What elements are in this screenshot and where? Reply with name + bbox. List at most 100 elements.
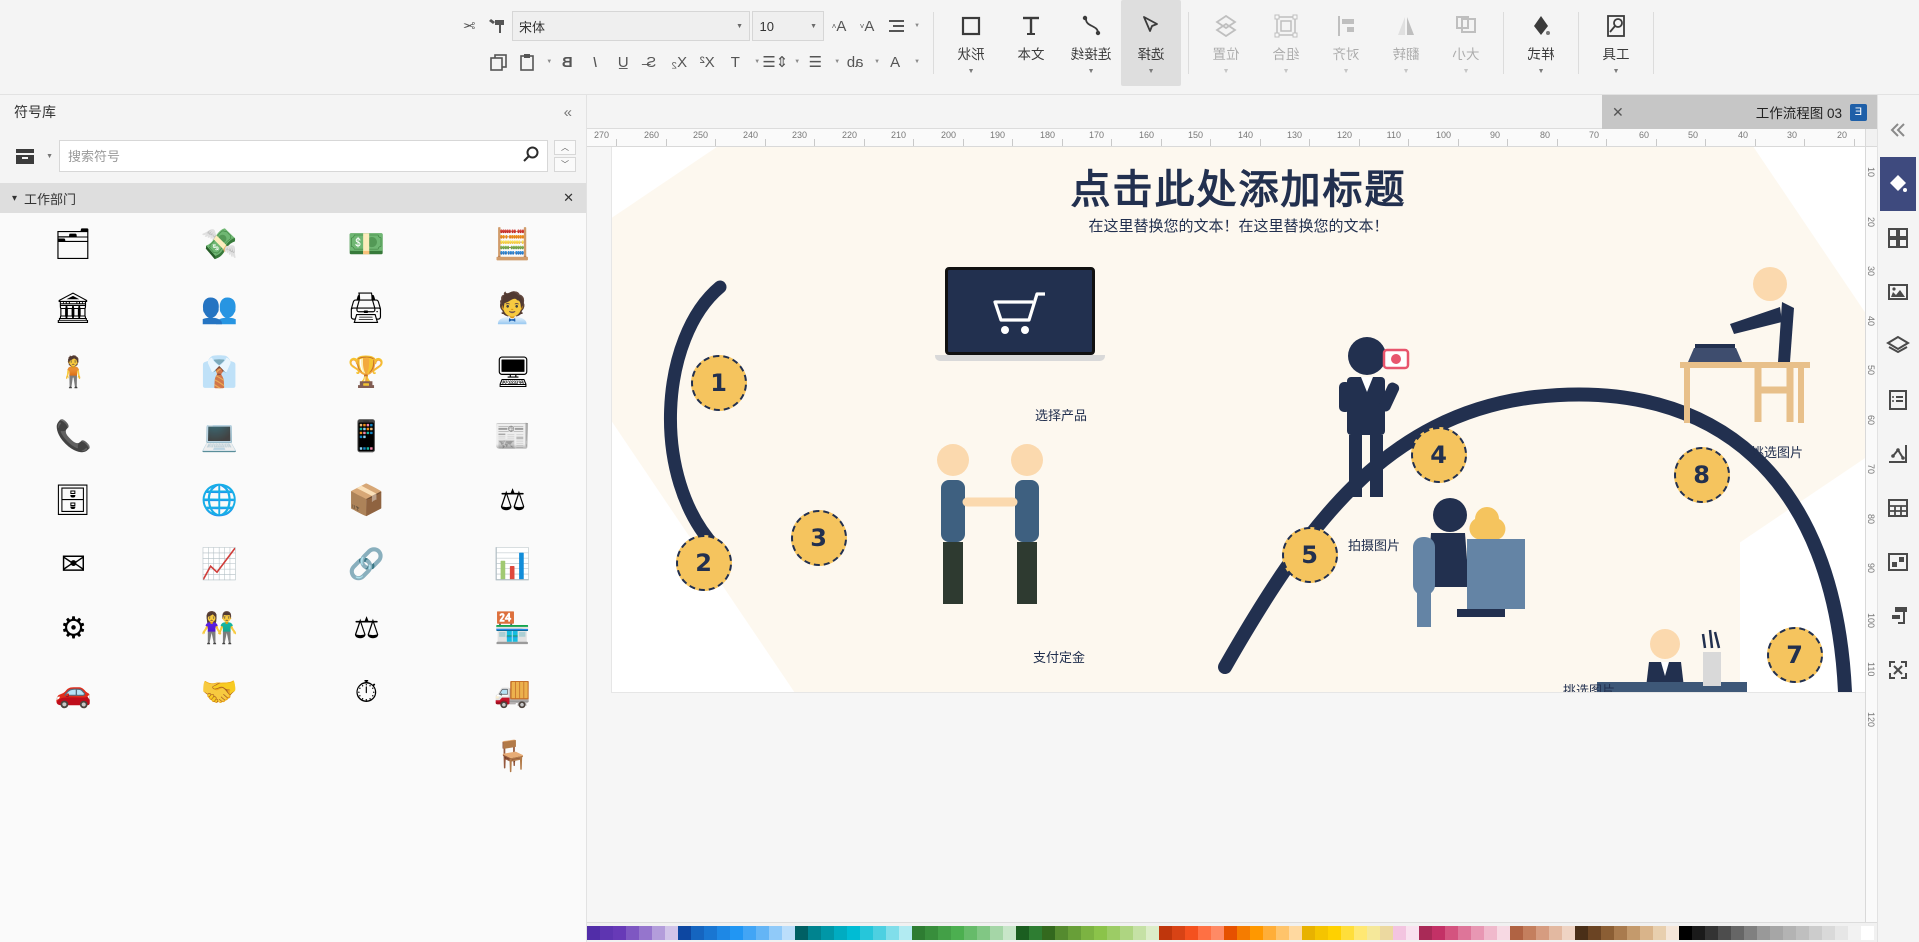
color-palette[interactable]: ✑ [278, 922, 1877, 942]
chevron-down-icon[interactable]: ▼ [46, 153, 53, 160]
font-size-select[interactable]: ▼ 10 [752, 11, 825, 41]
node-label[interactable]: 挑选图片 [1563, 680, 1615, 692]
subscript-icon[interactable]: X₂ [666, 48, 692, 76]
decrease-font-size-icon[interactable]: A ˅ [854, 12, 880, 40]
symbol-boxes-symbol[interactable]: 📦 [293, 469, 440, 533]
color-swatch[interactable] [1614, 925, 1627, 940]
nav-up-button[interactable]: ︿ [554, 140, 576, 155]
symbol-person-desk-symbol[interactable]: 🧑‍💼 [440, 277, 587, 341]
color-swatch[interactable] [691, 925, 704, 940]
canvas-viewport[interactable]: 点击此处添加标题 在这里替换您的文本！在这里替换您的文本！ 1 2 3 4 5 … [587, 147, 1865, 922]
color-swatch[interactable] [1510, 925, 1523, 940]
color-swatch[interactable] [1146, 925, 1159, 940]
symbol-bank-building-symbol[interactable]: 🏛 [0, 277, 147, 341]
color-swatch[interactable] [743, 925, 756, 940]
color-swatch[interactable] [1341, 925, 1354, 940]
color-swatch[interactable] [1588, 925, 1601, 940]
color-swatch[interactable] [665, 925, 678, 940]
symbol-car-symbol[interactable]: 🚗 [0, 661, 147, 725]
color-swatch[interactable] [1003, 925, 1016, 940]
diagram-page[interactable]: 点击此处添加标题 在这里替换您的文本！在这里替换您的文本！ 1 2 3 4 5 … [612, 147, 1865, 692]
symbol-person-counter-symbol[interactable]: 🏪 [440, 597, 587, 661]
color-swatch[interactable] [1848, 925, 1861, 940]
italic-icon[interactable]: I [582, 48, 608, 76]
flow-node[interactable]: 2 [676, 535, 732, 591]
color-swatch[interactable] [1497, 925, 1510, 940]
color-swatch[interactable] [1627, 925, 1640, 940]
flow-node[interactable]: 7 [1767, 627, 1823, 683]
color-swatch[interactable] [912, 925, 925, 940]
chevron-down-icon[interactable]: ▼ [1403, 68, 1410, 75]
color-swatch[interactable] [795, 925, 808, 940]
color-swatch[interactable] [1640, 925, 1653, 940]
toolbar-button-text[interactable]: 文本 [1001, 0, 1061, 86]
color-swatch[interactable] [1016, 925, 1029, 940]
color-swatch[interactable] [1068, 925, 1081, 940]
symbol-envelope-symbol[interactable]: ✉ [0, 533, 147, 597]
color-swatch[interactable] [1224, 925, 1237, 940]
toolbar-button-style[interactable]: 样式 ▼ [1511, 0, 1571, 86]
flow-node[interactable]: 1 [691, 355, 747, 411]
color-swatch[interactable] [1302, 925, 1315, 940]
increase-font-size-icon[interactable]: A ˄ [826, 12, 852, 40]
search-box[interactable] [58, 140, 548, 172]
node-label[interactable]: 挑选图片 [1751, 442, 1803, 461]
color-swatch[interactable] [1822, 925, 1835, 940]
color-swatch[interactable] [1718, 925, 1731, 940]
color-swatch[interactable] [1653, 925, 1666, 940]
flow-node[interactable]: 4 [1411, 427, 1467, 483]
toolbar-button-select[interactable]: 选择 ▼ [1121, 0, 1181, 86]
format-painter-icon[interactable] [484, 12, 510, 40]
toolbar-button-flip[interactable]: 翻转 ▼ [1376, 0, 1436, 86]
symbol-printer-symbol[interactable]: 🖨 [293, 277, 440, 341]
symbol-person-sitting-symbol[interactable]: 🪑 [440, 725, 587, 789]
sidebar-item-notes[interactable] [1881, 373, 1917, 427]
color-swatch[interactable] [1263, 925, 1276, 940]
color-swatch[interactable] [899, 925, 912, 940]
color-swatch[interactable] [1679, 925, 1692, 940]
color-swatch[interactable] [1458, 925, 1471, 940]
symbol-cash-exchange-symbol[interactable]: 💵 [293, 213, 440, 277]
color-swatch[interactable] [704, 925, 717, 940]
chevron-down-icon[interactable]: ▼ [1088, 68, 1095, 75]
nav-down-button[interactable]: ﹀ [554, 157, 576, 172]
close-icon[interactable]: ✕ [1612, 104, 1624, 121]
chevron-down-icon[interactable]: ▼ [1538, 68, 1545, 75]
symbol-person-tablet-symbol[interactable]: 📱 [293, 405, 440, 469]
symbol-file-cabinet-symbol[interactable]: 🗄 [0, 469, 147, 533]
color-swatch[interactable] [782, 925, 795, 940]
toolbar-button-group[interactable]: 组合 ▼ [1256, 0, 1316, 86]
color-swatch[interactable] [717, 925, 730, 940]
color-swatch[interactable] [925, 925, 938, 940]
chevron-down-icon[interactable]: ▼ [754, 59, 760, 65]
color-swatch[interactable] [1835, 925, 1848, 940]
color-swatch[interactable] [1120, 925, 1133, 940]
bullet-list-icon[interactable]: ☰ [802, 48, 828, 76]
color-swatch[interactable] [1133, 925, 1146, 940]
color-swatch[interactable] [1666, 925, 1679, 940]
sidebar-item-image[interactable] [1881, 265, 1917, 319]
color-swatch[interactable] [1367, 925, 1380, 940]
color-swatch[interactable] [730, 925, 743, 940]
color-swatch[interactable] [1536, 925, 1549, 940]
color-swatch[interactable] [639, 925, 652, 940]
symbol-person-gear-symbol[interactable]: ⚙ [0, 597, 147, 661]
symbol-globe-box-symbol[interactable]: 🌐 [147, 469, 294, 533]
symbol-person-clock-symbol[interactable]: ⏱ [293, 661, 440, 725]
symbol-bar-chart-symbol[interactable]: 📈 [147, 533, 294, 597]
chevron-down-icon[interactable]: ▼ [546, 59, 552, 65]
text-direction-icon[interactable]: T [722, 48, 748, 76]
color-swatch[interactable] [847, 925, 860, 940]
color-swatch[interactable] [1380, 925, 1393, 940]
color-swatch[interactable] [821, 925, 834, 940]
chevron-down-icon[interactable]: ▼ [1283, 68, 1290, 75]
flow-node[interactable]: 8 [1674, 447, 1730, 503]
chevron-down-icon[interactable]: ▼ [874, 59, 880, 65]
color-swatch[interactable] [1185, 925, 1198, 940]
color-swatch[interactable] [1328, 925, 1341, 940]
color-swatch[interactable] [678, 925, 691, 940]
symbol-person-standing-symbol[interactable]: 🧍 [0, 341, 147, 405]
color-swatch[interactable] [964, 925, 977, 940]
sidebar-item-chart[interactable] [1881, 427, 1917, 481]
symbol-person-desk2-symbol[interactable]: 💻 [147, 405, 294, 469]
